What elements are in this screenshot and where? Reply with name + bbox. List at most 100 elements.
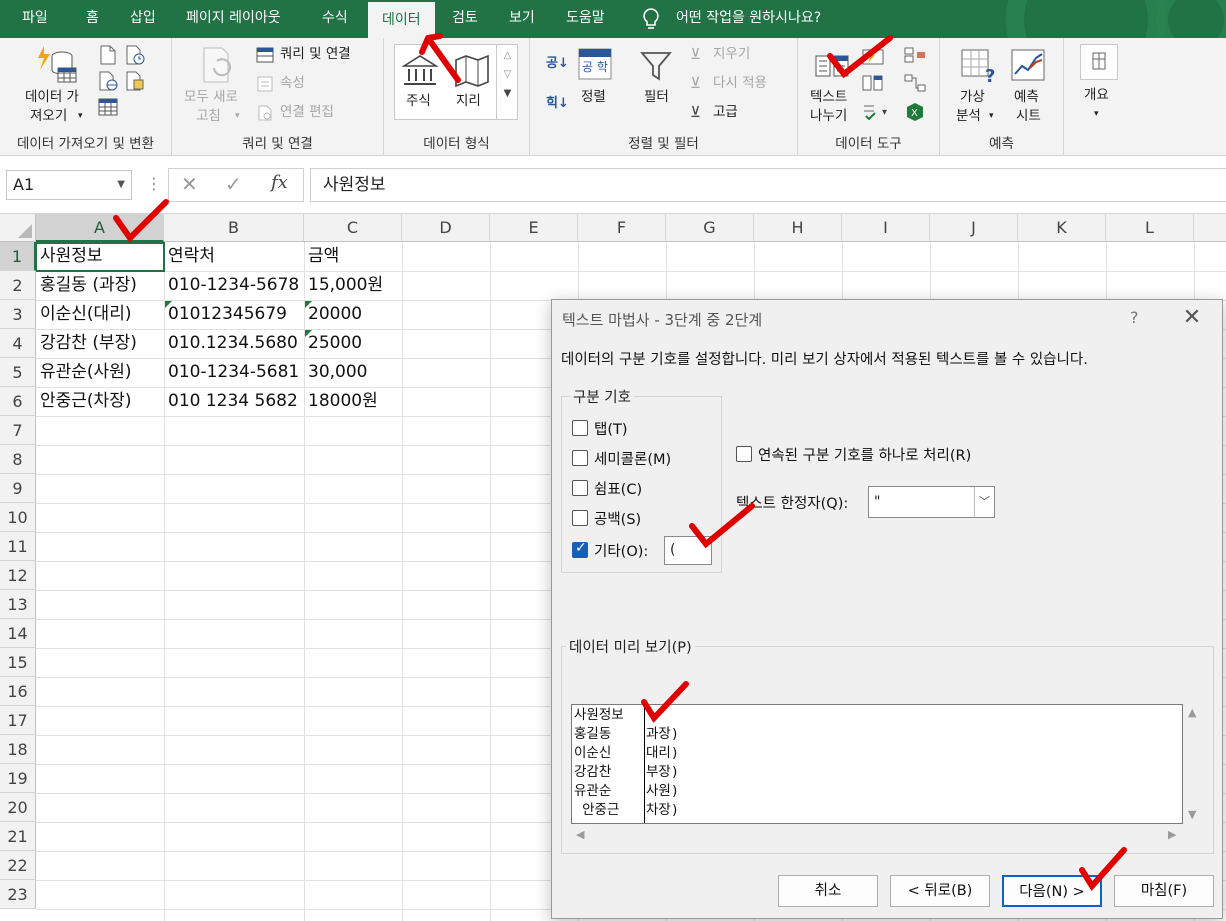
row-header-3[interactable]: 3	[0, 300, 36, 329]
tab-file[interactable]: 파일	[22, 0, 48, 38]
from-table-icon[interactable]	[97, 96, 119, 118]
scroll-right-icon[interactable]: ▶	[1168, 828, 1176, 841]
cancel-button[interactable]: 취소	[778, 875, 878, 907]
other-delimiter-input[interactable]: (	[664, 536, 712, 565]
formula-input[interactable]: 사원정보	[310, 168, 1226, 202]
gallery-scroll[interactable]: △ ▽ ▼	[496, 44, 518, 120]
column-header-i[interactable]: I	[842, 214, 930, 242]
row-header-22[interactable]: 22	[0, 851, 36, 880]
text-to-columns-button[interactable]: 텍스트	[810, 88, 847, 107]
row-header-11[interactable]: 11	[0, 532, 36, 561]
row-header-4[interactable]: 4	[0, 329, 36, 358]
tab-checkbox[interactable]	[572, 420, 588, 436]
help-button[interactable]: ?	[1130, 308, 1139, 327]
cancel-icon[interactable]: ✕	[181, 172, 198, 196]
text-qualifier-select[interactable]: " ﹀	[868, 486, 995, 518]
consecutive-checkbox[interactable]	[736, 446, 752, 462]
cell-c1[interactable]: 금액	[305, 242, 339, 271]
tab-home[interactable]: 홈	[86, 0, 99, 38]
row-header-19[interactable]: 19	[0, 764, 36, 793]
what-if-analysis-button[interactable]: 가상	[960, 88, 985, 107]
tab-help[interactable]: 도움말	[566, 0, 605, 38]
column-header-a[interactable]: A	[36, 214, 164, 242]
tab-insert[interactable]: 삽입	[130, 0, 156, 38]
column-header-c[interactable]: C	[304, 214, 402, 242]
tab-formulas[interactable]: 수식	[322, 0, 348, 38]
finish-button[interactable]: 마침(F)	[1114, 875, 1214, 907]
from-text-icon[interactable]	[97, 44, 119, 66]
cell-b6[interactable]: 010 1234 5682	[165, 387, 298, 416]
row-header-8[interactable]: 8	[0, 445, 36, 474]
tab-data[interactable]: 데이터	[368, 0, 435, 38]
cell-b4[interactable]: 010.1234.5680	[165, 329, 298, 358]
consecutive-checkbox-label[interactable]: 연속된 구분 기호를 하나로 처리(R)	[758, 444, 971, 465]
cell-a3[interactable]: 이순신(대리)	[37, 300, 131, 329]
sort-ascending-icon[interactable]: 공↓	[546, 54, 569, 73]
refresh-all-button-line2[interactable]: 고침	[196, 107, 221, 126]
sort-button[interactable]: 정렬	[581, 88, 606, 107]
cell-a2[interactable]: 홍길동 (과장)	[37, 271, 137, 300]
cell-a4[interactable]: 강감찬 (부장)	[37, 329, 137, 358]
space-checkbox-label[interactable]: 공백(S)	[594, 508, 641, 529]
back-button[interactable]: < 뒤로(B)	[890, 875, 990, 907]
row-header-21[interactable]: 21	[0, 822, 36, 851]
cell-c4[interactable]: 25000	[305, 329, 362, 358]
text-to-columns-button-line2[interactable]: 나누기	[810, 107, 847, 126]
column-header-d[interactable]: D	[402, 214, 490, 242]
other-checkbox-label[interactable]: 기타(O):	[594, 540, 648, 561]
row-header-17[interactable]: 17	[0, 706, 36, 735]
chevron-down-icon[interactable]: ﹀	[974, 487, 994, 517]
column-header-l[interactable]: L	[1106, 214, 1194, 242]
filter-button[interactable]: 필터	[644, 88, 669, 107]
forecast-sheet-button-line2[interactable]: 시트	[1016, 107, 1041, 126]
column-header-h[interactable]: H	[754, 214, 842, 242]
sort-descending-icon[interactable]: 힉↓	[546, 94, 569, 113]
gallery-down-icon[interactable]: ▽	[497, 69, 518, 80]
select-all-button[interactable]	[0, 214, 36, 242]
cell-c2[interactable]: 15,000원	[305, 271, 383, 300]
name-box[interactable]: A1 ▼	[6, 170, 132, 200]
data-preview[interactable]: 사원정보 홍길동 과장) 이순신 대리) 강감찬 부장) 유관순 사원) 안중근…	[571, 704, 1183, 824]
row-header-16[interactable]: 16	[0, 677, 36, 706]
row-header-10[interactable]: 10	[0, 503, 36, 532]
tab-page-layout[interactable]: 페이지 레이아웃	[186, 0, 281, 38]
queries-connections-button[interactable]: 쿼리 및 연결	[280, 45, 351, 64]
next-button[interactable]: 다음(N) >	[1002, 875, 1102, 907]
what-if-analysis-button-line2[interactable]: 분석	[956, 107, 981, 126]
row-header-18[interactable]: 18	[0, 735, 36, 764]
semicolon-checkbox[interactable]	[572, 450, 588, 466]
row-header-23[interactable]: 23	[0, 880, 36, 909]
space-checkbox[interactable]	[572, 510, 588, 526]
forecast-sheet-button[interactable]: 예측	[1014, 88, 1039, 107]
cell-b5[interactable]: 010-1234-5681	[165, 358, 299, 387]
tab-view[interactable]: 보기	[509, 0, 535, 38]
advanced-button[interactable]: 고급	[713, 103, 738, 122]
column-header-j[interactable]: J	[930, 214, 1018, 242]
refresh-all-button[interactable]: 모두 새로	[184, 88, 238, 107]
cell-b1[interactable]: 연락처	[165, 242, 215, 271]
other-checkbox[interactable]	[572, 540, 588, 558]
column-header-f[interactable]: F	[578, 214, 666, 242]
cell-a6[interactable]: 안중근(차장)	[37, 387, 131, 416]
get-data-button[interactable]: 데이터 가	[25, 88, 79, 107]
properties-button[interactable]: 속성	[280, 74, 305, 93]
column-header-g[interactable]: G	[666, 214, 754, 242]
comma-checkbox[interactable]	[572, 480, 588, 496]
more-dots-icon[interactable]: ⋮	[146, 174, 162, 193]
remove-duplicates-icon[interactable]	[862, 74, 884, 92]
row-header-1[interactable]: 1	[0, 242, 36, 271]
data-model-icon[interactable]: X	[904, 102, 926, 122]
stocks-button[interactable]: 주식	[406, 92, 431, 111]
cell-c3[interactable]: 20000	[305, 300, 362, 329]
row-header-20[interactable]: 20	[0, 793, 36, 822]
close-icon[interactable]: ✕	[1180, 305, 1204, 330]
clear-button[interactable]: 지우기	[713, 45, 750, 64]
cell-c6[interactable]: 18000원	[305, 387, 378, 416]
cell-a5[interactable]: 유관순(사원)	[37, 358, 131, 387]
edit-links-button[interactable]: 연결 편집	[280, 103, 334, 122]
tell-me-search[interactable]: 어떤 작업을 원하시나요?	[676, 0, 821, 38]
tab-review[interactable]: 검토	[452, 0, 478, 38]
existing-connections-icon[interactable]	[124, 70, 146, 92]
row-header-14[interactable]: 14	[0, 619, 36, 648]
comma-checkbox-label[interactable]: 쉼표(C)	[594, 478, 642, 499]
